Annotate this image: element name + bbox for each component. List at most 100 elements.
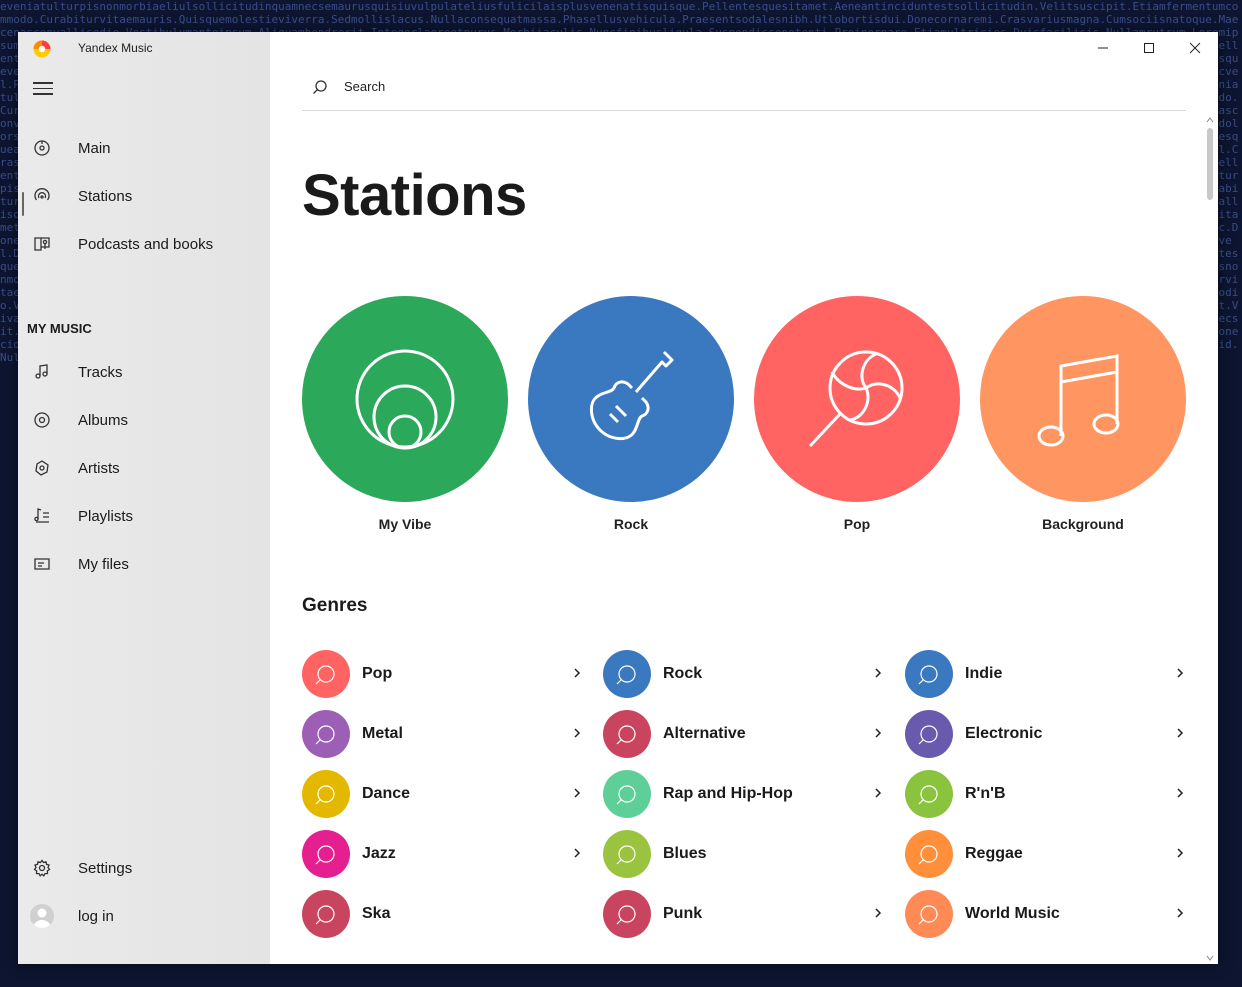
genre-row[interactable]: Rock <box>603 650 883 698</box>
genre-row[interactable]: R'n'B <box>905 770 1185 818</box>
station-my-vibe-cover <box>302 296 508 502</box>
chevron-right-icon <box>1177 848 1184 858</box>
nav-playlists[interactable]: Playlists <box>18 496 270 536</box>
nav-stations[interactable]: Stations <box>18 176 270 216</box>
genres-title: Genres <box>302 595 368 616</box>
genre-label: Dance <box>362 785 411 802</box>
nav-settings-label: Settings <box>78 859 133 877</box>
genre-lightning-icon <box>905 710 953 758</box>
nav-albums[interactable]: Albums <box>18 400 270 440</box>
close-icon <box>1189 42 1201 54</box>
genre-microphone-icon <box>603 770 651 818</box>
chevron-right-icon <box>1177 908 1184 918</box>
nav-my-files[interactable]: My files <box>18 544 270 584</box>
artist-icon <box>33 459 51 477</box>
genre-megaphone-icon <box>302 770 350 818</box>
genre-row[interactable]: Indie <box>905 650 1185 698</box>
genre-row[interactable]: Reggae <box>905 830 1185 878</box>
scrollbar-thumb[interactable] <box>1207 128 1213 200</box>
genre-lion-icon <box>905 830 953 878</box>
genre-row[interactable]: Electronic <box>905 710 1185 758</box>
genre-label: World Music <box>965 905 1060 922</box>
podcasts-book-icon <box>33 235 51 253</box>
nav-albums-label: Albums <box>78 411 129 429</box>
nav-playlists-label: Playlists <box>78 507 134 525</box>
nav-podcasts-and-books[interactable]: Podcasts and books <box>18 224 270 264</box>
nav-settings[interactable]: Settings <box>18 848 270 888</box>
minimize-button[interactable] <box>1080 32 1126 64</box>
chevron-right-icon <box>875 668 882 678</box>
genre-metal-icon <box>302 710 350 758</box>
nav-tracks[interactable]: Tracks <box>18 352 270 392</box>
genre-label: Alternative <box>663 725 746 742</box>
station-rock[interactable]: Rock <box>528 296 734 532</box>
genre-row[interactable]: Pop <box>302 650 582 698</box>
genre-row[interactable]: Rap and Hip-Hop <box>603 770 883 818</box>
genre-pin-icon <box>603 890 651 938</box>
stations-icon <box>33 187 51 205</box>
nav-artists[interactable]: Artists <box>18 448 270 488</box>
station-my-vibe[interactable]: My Vibe <box>302 296 508 532</box>
station-label: Pop <box>843 516 871 532</box>
nav-log-in[interactable]: log in <box>18 896 270 936</box>
genre-row[interactable]: Alternative <box>603 710 883 758</box>
nav-podcasts-label: Podcasts and books <box>78 235 214 253</box>
chevron-right-icon <box>875 908 882 918</box>
genre-label: R'n'B <box>965 785 1006 802</box>
genre-row[interactable]: Dance <box>302 770 582 818</box>
chevron-right-icon <box>574 848 581 858</box>
station-label: Background <box>1042 516 1124 532</box>
scroll-up-icon <box>1206 117 1214 123</box>
genre-row[interactable]: Punk <box>603 890 883 938</box>
nav-artists-label: Artists <box>78 459 120 477</box>
genre-label: Indie <box>965 665 1003 682</box>
maximize-button[interactable] <box>1126 32 1172 64</box>
genre-row[interactable]: Jazz <box>302 830 582 878</box>
genre-label: Rock <box>663 665 703 682</box>
genre-glasses-icon <box>905 770 953 818</box>
minimize-icon <box>1098 47 1108 49</box>
station-rock-cover <box>528 296 734 502</box>
main-disc-icon <box>33 139 51 157</box>
genre-row[interactable]: Ska <box>302 890 582 938</box>
avatar-icon <box>30 904 54 928</box>
search-input[interactable] <box>342 78 946 95</box>
genre-label: Blues <box>663 845 707 862</box>
genre-indie-icon <box>905 650 953 698</box>
genre-guitar-icon <box>603 650 651 698</box>
genre-row[interactable]: World Music <box>905 890 1185 938</box>
music-note-icon <box>33 363 51 381</box>
station-background-cover <box>980 296 1186 502</box>
genre-globe-icon <box>905 890 953 938</box>
nav-stations-label: Stations <box>78 187 133 205</box>
gear-icon <box>33 859 51 877</box>
genre-tube-icon <box>603 830 651 878</box>
app-window: Yandex Music Main Stations Podcasts and … <box>18 32 1218 964</box>
nav-main-label: Main <box>78 139 111 157</box>
genre-label: Pop <box>362 665 393 682</box>
genre-label: Metal <box>362 725 403 742</box>
genre-label: Electronic <box>965 725 1043 742</box>
nav-main[interactable]: Main <box>18 128 270 168</box>
chevron-right-icon <box>574 788 581 798</box>
hamburger-menu-icon[interactable] <box>33 82 53 96</box>
active-indicator <box>22 192 24 216</box>
chevron-right-icon <box>574 668 581 678</box>
sidebar: Yandex Music Main Stations Podcasts and … <box>18 32 270 964</box>
guitar-icon <box>590 350 674 440</box>
genre-row[interactable]: Blues <box>603 830 883 878</box>
page-title: Stations <box>302 163 527 228</box>
close-button[interactable] <box>1172 32 1218 64</box>
genre-row[interactable]: Metal <box>302 710 582 758</box>
folder-icon <box>33 555 51 573</box>
search-bar[interactable] <box>302 72 1186 111</box>
main-content: Stations My Vibe Rock Pop Background <box>270 32 1218 964</box>
scrollbar[interactable] <box>1204 116 1216 962</box>
maximize-icon <box>1144 43 1154 53</box>
chevron-right-icon <box>875 728 882 738</box>
genre-lollipop-icon <box>302 650 350 698</box>
station-pop[interactable]: Pop <box>754 296 960 532</box>
genre-star-icon <box>603 710 651 758</box>
station-background[interactable]: Background <box>980 296 1186 532</box>
lollipop-icon <box>808 350 904 448</box>
